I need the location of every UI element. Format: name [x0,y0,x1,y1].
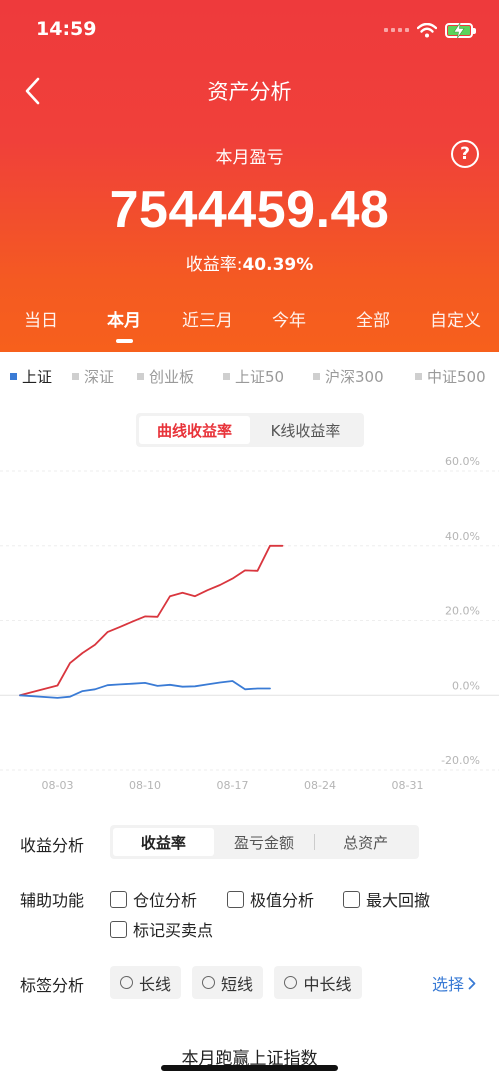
status-icons [384,20,476,40]
mark-trades-checkbox[interactable]: 标记买卖点 [110,917,213,941]
checkbox-label: 最大回撤 [366,891,431,910]
index-tab-label: 深证 [84,368,115,386]
index-tab-csi500[interactable]: 中证500 [415,366,486,387]
x-tick-label: 08-10 [129,779,161,792]
wifi-icon [417,22,437,37]
select-tags-link[interactable]: 选择 [432,971,476,995]
yield-rate: 收益率:40.39% [0,250,499,275]
tab-this-year[interactable]: 今年 [272,306,306,331]
tag-short-term[interactable]: 短线 [192,966,263,999]
chevron-right-icon [468,977,476,989]
x-tick-label: 08-03 [42,779,74,792]
yield-label: 收益率: [185,255,243,275]
checkbox-label: 仓位分析 [133,891,198,910]
metric-pnl-option[interactable]: 盈亏金额 [214,828,315,856]
checkbox-icon [110,920,127,938]
index-tab-label: 创业板 [149,368,195,386]
tag-mid-long-term[interactable]: 中长线 [274,966,362,999]
legend-square-icon [223,373,230,380]
index-tabs: 上证 深证 创业板 上证50 沪深300 中证500 [0,366,499,390]
tab-all[interactable]: 全部 [356,306,390,331]
aux-label: 辅助功能 [20,891,85,910]
x-tick-label: 08-31 [392,779,424,792]
page-title: 资产分析 [207,80,292,104]
index-tab-label: 中证500 [427,368,486,386]
tag-label: 短线 [220,974,253,994]
metric-assets-option[interactable]: 总资产 [315,828,416,856]
legend-square-icon [313,373,320,380]
tag-label: 中长线 [303,974,352,994]
tags-label: 标签分析 [20,976,85,995]
index-tab-sse50[interactable]: 上证50 [223,366,284,387]
analysis-label: 收益分析 [20,836,85,855]
x-tick-label: 08-17 [217,779,249,792]
home-indicator [161,1065,338,1071]
y-tick-label: 20.0% [445,605,480,618]
index-tab-label: 上证50 [235,368,285,386]
chart-mode-toggle: 曲线收益率 K线收益率 [136,413,364,447]
summary-label: 本月盈亏 [215,148,284,168]
index-tab-shenzhen[interactable]: 深证 [72,366,114,387]
position-analysis-checkbox[interactable]: 仓位分析 [110,887,197,911]
hero-header: 14:59 资产分析 本月盈亏 ? 7544459.48 收益率:40.39% … [0,0,499,352]
radio-icon [201,976,215,989]
tab-three-months[interactable]: 近三月 [182,306,233,331]
kline-yield-option[interactable]: K线收益率 [250,416,361,444]
x-tick-label: 08-24 [304,779,336,792]
signal-icon [384,28,409,32]
legend-square-icon [415,373,422,380]
checkbox-label: 极值分析 [250,891,315,910]
legend-square-icon [10,373,17,380]
y-tick-label: 40.0% [445,530,480,543]
index-tab-csi300[interactable]: 沪深300 [313,366,384,387]
index-tab-label: 上证 [22,368,53,386]
index-tab-chinext[interactable]: 创业板 [137,366,194,387]
max-drawdown-checkbox[interactable]: 最大回撤 [343,887,430,911]
index-tab-label: 沪深300 [325,368,384,386]
index-tab-shanghai[interactable]: 上证 [10,366,52,387]
active-tab-indicator [116,339,133,343]
extreme-analysis-checkbox[interactable]: 极值分析 [227,887,314,911]
tag-long-term[interactable]: 长线 [110,966,181,999]
yield-line-chart: 60.0% 40.0% 20.0% 0.0% -20.0% 08-03 08-10 08-17… [0,455,499,792]
tab-custom[interactable]: 自定义 [430,306,481,331]
metric-toggle: 收益率 盈亏金额 总资产 [110,825,419,859]
y-tick-label: 60.0% [445,455,480,468]
tab-today[interactable]: 当日 [24,306,58,331]
period-tabs: 当日 本月 近三月 今年 全部 自定义 [0,306,499,346]
tab-this-month[interactable]: 本月 [107,306,141,331]
status-time: 14:59 [36,18,97,40]
curve-yield-option[interactable]: 曲线收益率 [139,416,250,444]
metric-yield-option[interactable]: 收益率 [113,828,214,856]
checkbox-icon [227,890,244,908]
radio-icon [284,976,298,989]
y-tick-label: -20.0% [441,754,480,767]
battery-charging-icon [445,22,476,38]
help-button[interactable]: ? [451,140,479,168]
checkbox-icon [343,890,360,908]
checkbox-label: 标记买卖点 [133,921,214,940]
tag-label: 长线 [138,974,171,994]
yield-value: 40.39% [242,255,314,275]
question-icon: ? [460,144,470,164]
legend-square-icon [137,373,144,380]
y-tick-label: 0.0% [452,679,480,692]
legend-square-icon [72,373,79,380]
profit-loss-amount: 7544459.48 [109,181,390,239]
select-label: 选择 [432,975,465,994]
checkbox-icon [110,890,127,908]
radio-icon [119,976,133,989]
